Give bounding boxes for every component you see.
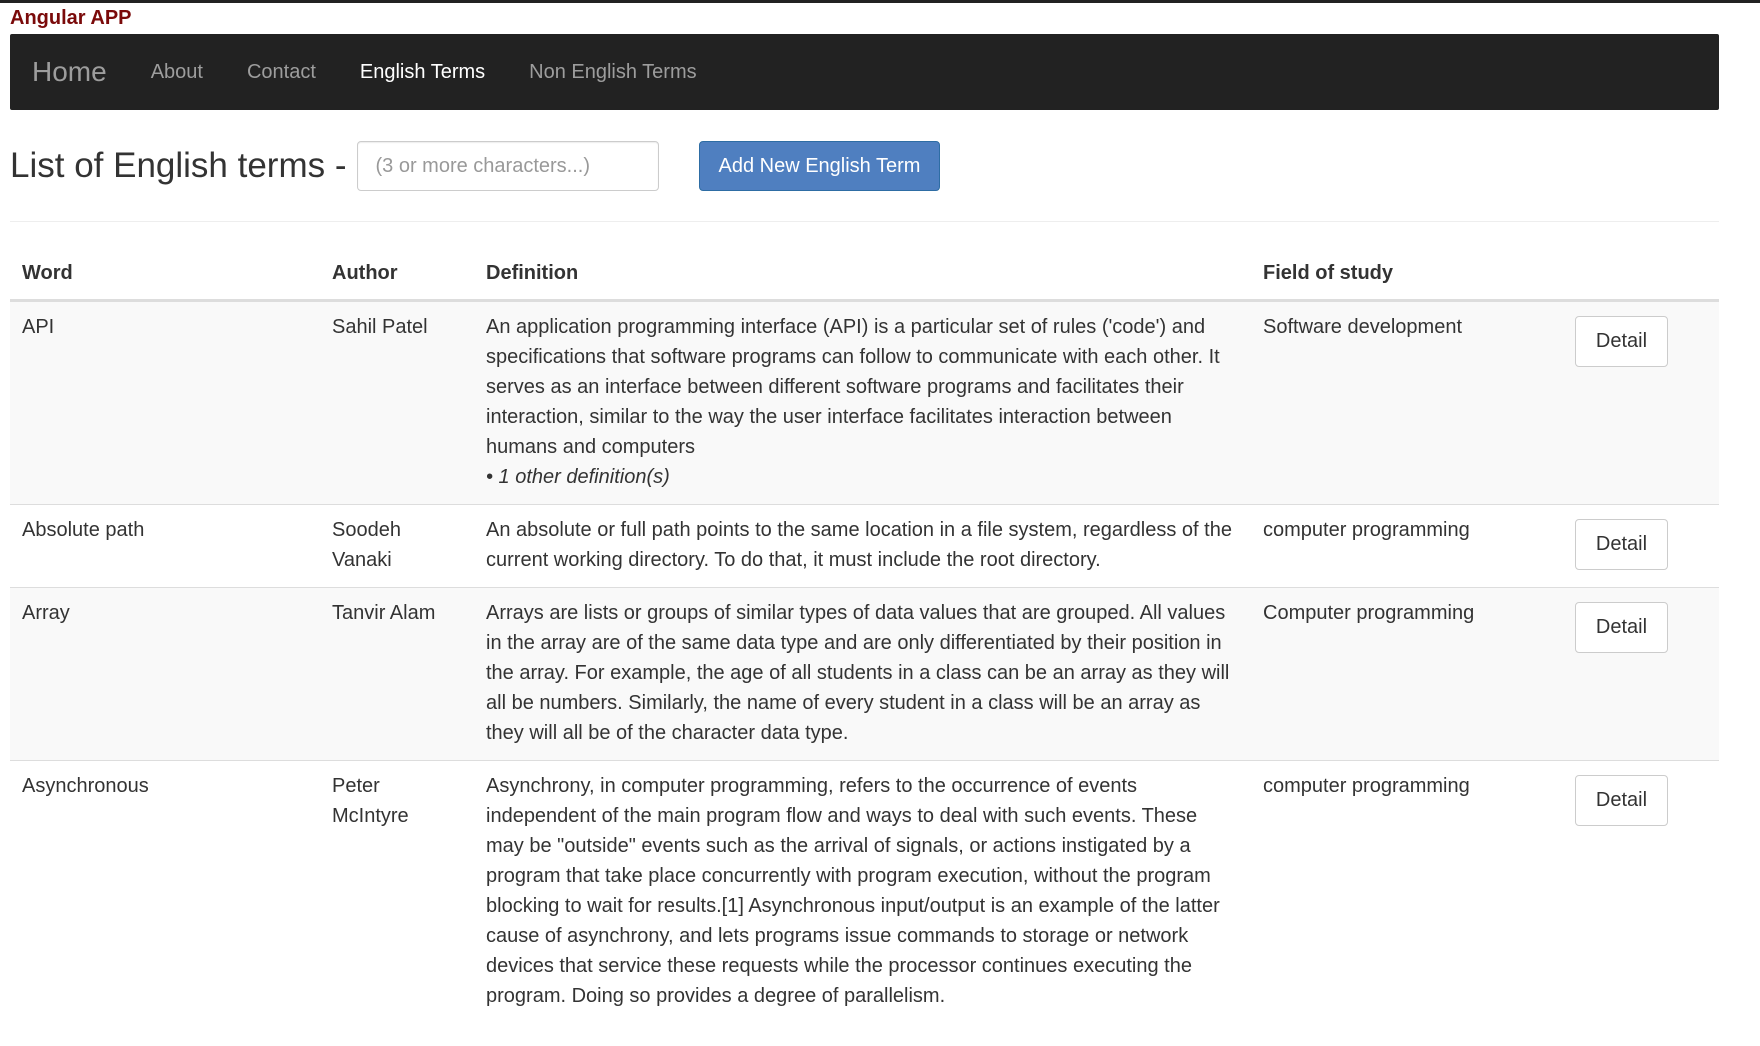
search-input[interactable] bbox=[356, 141, 659, 191]
definition-text: Asynchrony, in computer programming, ref… bbox=[486, 775, 1220, 1007]
definition-text: An absolute or full path points to the s… bbox=[486, 519, 1232, 571]
header-word: Word bbox=[10, 252, 320, 302]
definition-text: Arrays are lists or groups of similar ty… bbox=[486, 602, 1230, 744]
cell-word: Array bbox=[10, 587, 320, 761]
page-title: List of English terms - bbox=[10, 146, 347, 185]
header-field-of-study: Field of study bbox=[1251, 252, 1563, 302]
cell-definition: Asynchrony, in computer programming, ref… bbox=[474, 760, 1251, 1023]
divider bbox=[10, 221, 1719, 222]
detail-button[interactable]: Detail bbox=[1575, 775, 1668, 826]
cell-definition: An application programming interface (AP… bbox=[474, 300, 1251, 505]
cell-field-of-study: computer programming bbox=[1251, 760, 1563, 1023]
table-row: Absolute path Soodeh Vanaki An absolute … bbox=[10, 504, 1719, 588]
cell-word: Asynchronous bbox=[10, 760, 320, 1023]
nav-link-contact[interactable]: Contact bbox=[225, 61, 338, 84]
add-new-english-term-button[interactable]: Add New English Term bbox=[698, 141, 941, 191]
header-author: Author bbox=[320, 252, 474, 302]
nav-link-non-english-terms[interactable]: Non English Terms bbox=[507, 61, 718, 84]
header-definition: Definition bbox=[474, 252, 1251, 302]
cell-actions: Detail bbox=[1563, 587, 1719, 761]
table-row: Array Tanvir Alam Arrays are lists or gr… bbox=[10, 587, 1719, 761]
detail-button[interactable]: Detail bbox=[1575, 602, 1668, 653]
definition-text: An application programming interface (AP… bbox=[486, 316, 1220, 458]
detail-button[interactable]: Detail bbox=[1575, 519, 1668, 570]
top-rule bbox=[0, 0, 1760, 3]
heading-row: List of English terms - Add New English … bbox=[10, 140, 941, 192]
detail-button[interactable]: Detail bbox=[1575, 316, 1668, 367]
cell-word: API bbox=[10, 300, 320, 505]
cell-field-of-study: Software development bbox=[1251, 300, 1563, 505]
cell-definition: Arrays are lists or groups of similar ty… bbox=[474, 587, 1251, 761]
table-row: Asynchronous Peter McIntyre Asynchrony, … bbox=[10, 760, 1719, 1023]
cell-actions: Detail bbox=[1563, 504, 1719, 588]
nav-link-english-terms[interactable]: English Terms bbox=[338, 61, 507, 84]
cell-author: Tanvir Alam bbox=[320, 587, 474, 761]
cell-author: Peter McIntyre bbox=[320, 760, 474, 1023]
nav-link-about[interactable]: About bbox=[129, 61, 225, 84]
cell-field-of-study: Computer programming bbox=[1251, 587, 1563, 761]
header-actions bbox=[1563, 252, 1719, 302]
cell-author: Soodeh Vanaki bbox=[320, 504, 474, 588]
cell-actions: Detail bbox=[1563, 300, 1719, 505]
app-title: Angular APP bbox=[10, 7, 132, 29]
table-row: API Sahil Patel An application programmi… bbox=[10, 300, 1719, 505]
cell-actions: Detail bbox=[1563, 760, 1719, 1023]
navbar: Home About Contact English Terms Non Eng… bbox=[10, 34, 1719, 110]
cell-definition: An absolute or full path points to the s… bbox=[474, 504, 1251, 588]
nav-home-brand[interactable]: Home bbox=[32, 56, 107, 88]
cell-word: Absolute path bbox=[10, 504, 320, 588]
terms-table: Word Author Definition Field of study AP… bbox=[10, 252, 1719, 1023]
other-definitions-note: • 1 other definition(s) bbox=[486, 466, 670, 488]
cell-field-of-study: computer programming bbox=[1251, 504, 1563, 588]
table-header-row: Word Author Definition Field of study bbox=[10, 252, 1719, 302]
cell-author: Sahil Patel bbox=[320, 300, 474, 505]
